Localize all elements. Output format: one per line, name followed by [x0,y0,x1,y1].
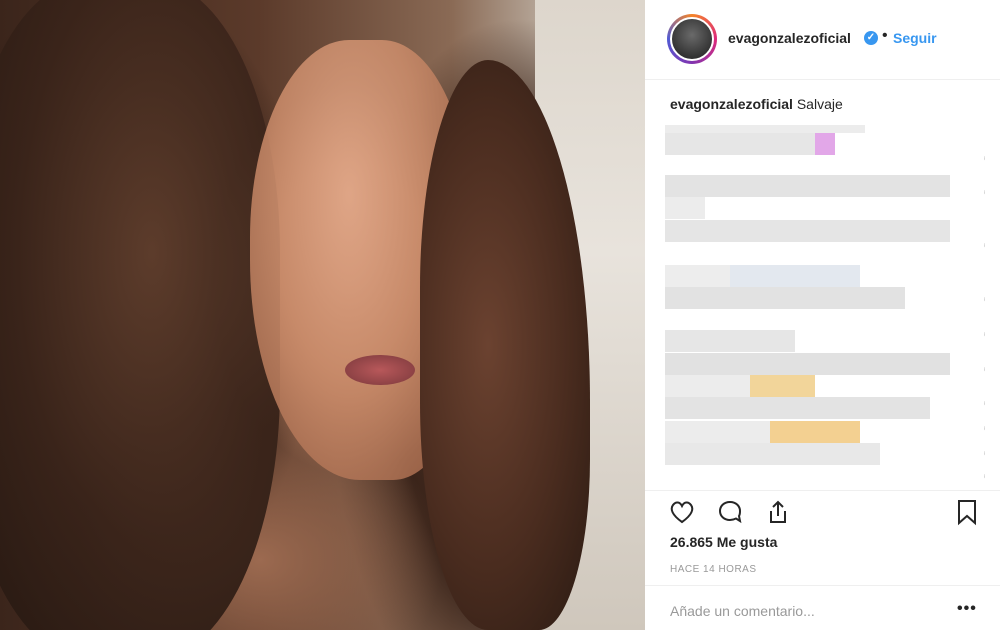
add-comment-bar: ••• [645,585,1000,630]
comment-like-heart-icon[interactable]: ♡ [983,423,985,438]
post-header: evagonzalezoficial ✓ • Seguir [645,0,1000,80]
comment-like-heart-icon[interactable]: ♡ [983,329,985,344]
follow-button[interactable]: Seguir [893,30,937,46]
comment-like-heart-icon[interactable]: ♡ [983,294,985,309]
share-icon[interactable] [763,497,793,527]
more-options-icon[interactable]: ••• [957,600,977,618]
header-username[interactable]: evagonzalezoficial [728,30,851,46]
post-timestamp[interactable]: HACE 14 HORAS [670,564,757,575]
pixelated-row [665,375,815,397]
comment-like-heart-icon[interactable]: ♡ [983,364,985,379]
caption-username[interactable]: evagonzalezoficial [670,96,793,112]
pixelated-row [665,330,795,352]
pixelated-row [665,265,885,287]
comment-icon[interactable] [715,497,745,527]
comment-like-heart-icon[interactable]: ♡ [983,471,985,485]
avatar-image [670,17,714,61]
caption-text: Salvaje [796,96,843,112]
comment-like-heart-icon[interactable]: ♡ [983,398,985,413]
post-photo [0,0,645,630]
comment-like-heart-icon[interactable]: ♡ [983,448,985,463]
post-side-panel: evagonzalezoficial ✓ • Seguir evagonzale… [645,0,1000,630]
header-separator: • [882,27,888,44]
post-action-bar [645,490,1000,530]
avatar[interactable] [667,14,717,64]
likes-count[interactable]: 26.865 Me gusta [670,534,777,550]
pixelated-row [665,220,950,242]
pixelated-row [665,397,930,419]
pixelated-row [665,443,880,465]
comment-like-heart-icon[interactable]: ♡ [983,153,985,168]
photo-hair-left [0,0,280,630]
photo-lips [345,355,415,385]
pixelated-row [665,133,855,155]
verified-badge-icon: ✓ [864,31,878,45]
comment-like-heart-icon[interactable]: ♡ [983,240,985,255]
comments-list-pixelated: ♡ ♡ ♡ ♡ ♡ ♡ ♡ ♡ ♡ ♡ [665,125,985,485]
pixelated-row [665,175,950,197]
pixelated-row [665,353,950,375]
pixelated-row [665,287,905,309]
post-caption: evagonzalezoficial Salvaje [670,96,843,112]
pixelated-row [665,421,905,443]
bookmark-icon[interactable] [952,497,982,527]
comment-like-heart-icon[interactable]: ♡ [983,187,985,202]
comment-input[interactable] [670,600,940,622]
heart-icon[interactable] [667,497,697,527]
pixelated-row [665,197,705,219]
